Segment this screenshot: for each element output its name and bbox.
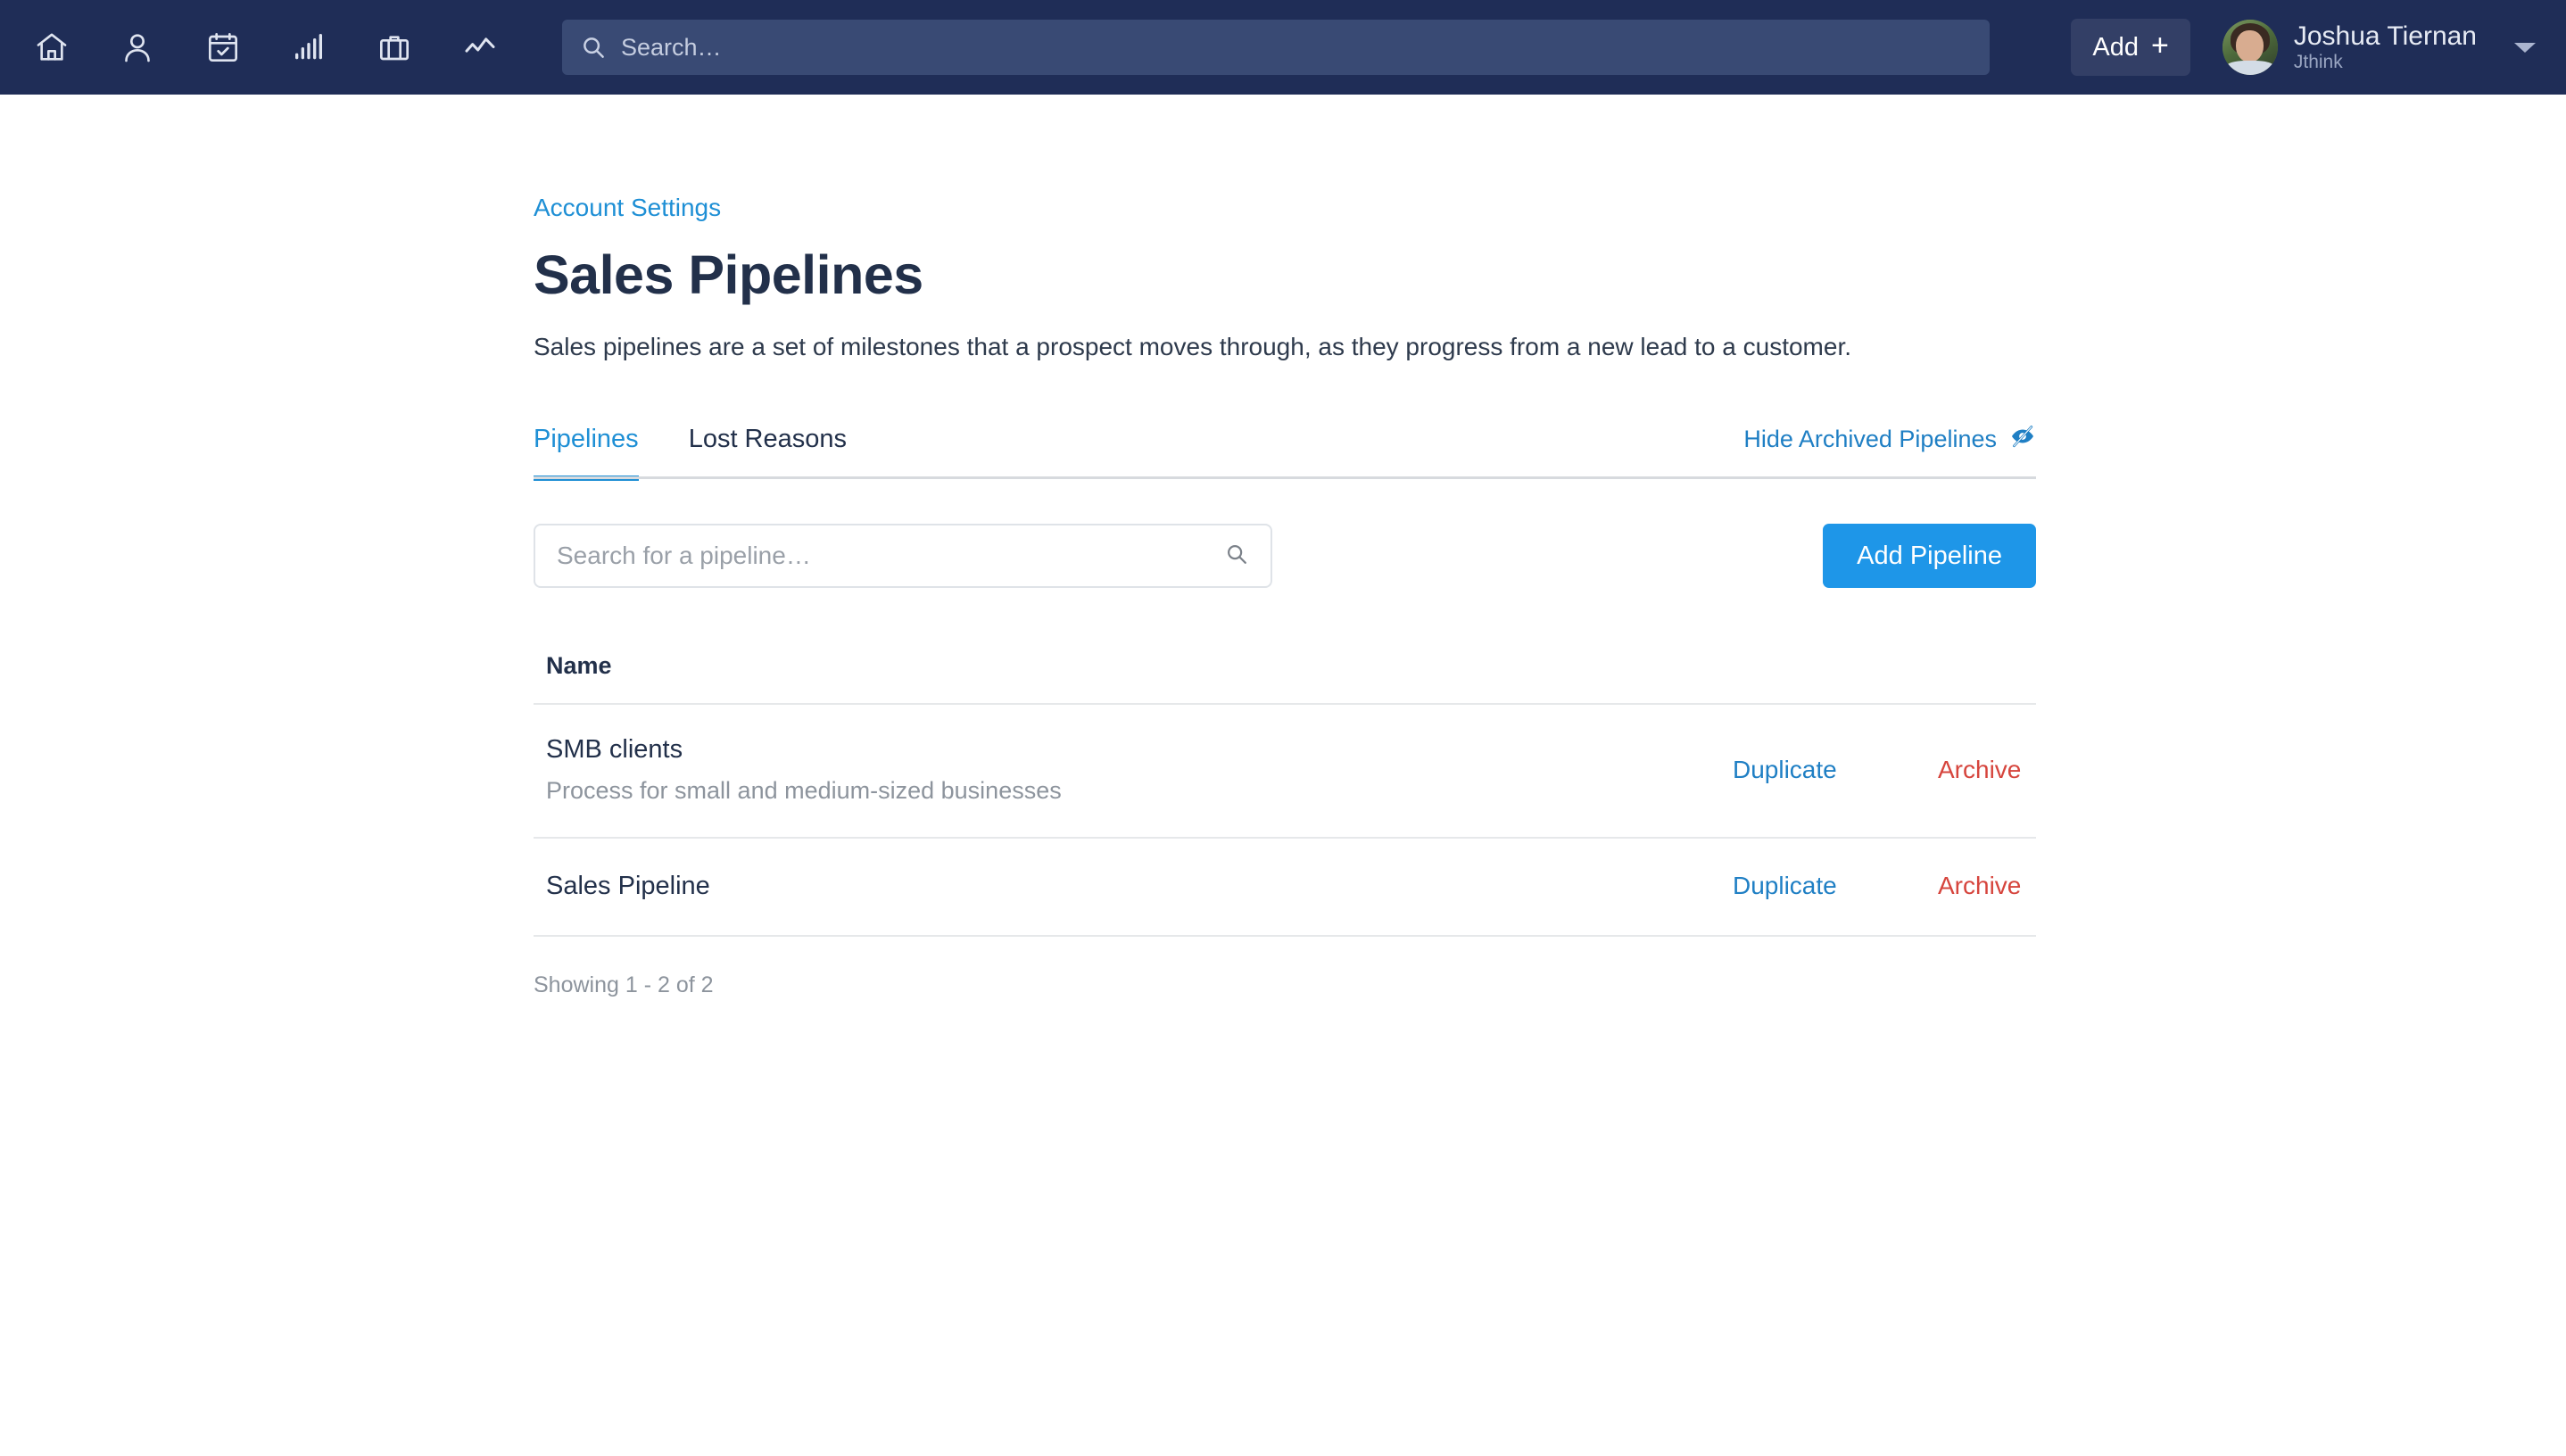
- global-search-input[interactable]: [621, 33, 1972, 62]
- calendar-check-icon[interactable]: [191, 15, 255, 79]
- table-footer-count: Showing 1 - 2 of 2: [534, 972, 714, 997]
- plus-icon: +: [2151, 29, 2169, 62]
- global-search: [562, 20, 1990, 75]
- row-actions: Duplicate Archive: [1733, 872, 2036, 900]
- add-pipeline-button[interactable]: Add Pipeline: [1823, 524, 2036, 588]
- hide-archived-pipelines-toggle[interactable]: Hide Archived Pipelines: [1743, 423, 2036, 477]
- table-row[interactable]: Sales Pipeline Duplicate Archive: [534, 839, 2036, 937]
- pipeline-name: SMB clients: [546, 735, 683, 764]
- page-title: Sales Pipelines: [534, 244, 923, 305]
- pipeline-search-input[interactable]: [557, 542, 1224, 570]
- archive-link[interactable]: Archive: [1938, 872, 2036, 900]
- pipelines-table: Name SMB clients Process for small and m…: [534, 652, 2036, 998]
- top-navigation-bar: Add + Joshua Tiernan Jthink: [0, 0, 2566, 95]
- hide-archived-label: Hide Archived Pipelines: [1743, 426, 1997, 452]
- breadcrumb[interactable]: Account Settings: [534, 194, 721, 222]
- pipeline-description: Process for small and medium-sized busin…: [546, 777, 1062, 804]
- add-button[interactable]: Add +: [2071, 19, 2190, 76]
- tabs-divider: [534, 476, 2036, 479]
- archive-link[interactable]: Archive: [1938, 756, 2036, 784]
- table-header-row: Name: [534, 652, 2036, 705]
- page-body: Account Settings Sales Pipelines Sales p…: [0, 95, 2566, 998]
- home-icon[interactable]: [20, 15, 84, 79]
- contacts-icon[interactable]: [105, 15, 170, 79]
- user-identity: Joshua Tiernan Jthink: [2294, 21, 2477, 74]
- bar-chart-icon[interactable]: [277, 15, 341, 79]
- row-main: Sales Pipeline: [534, 872, 710, 901]
- content-column: Account Settings Sales Pipelines Sales p…: [534, 95, 2036, 998]
- user-menu[interactable]: Joshua Tiernan Jthink: [2222, 20, 2477, 75]
- tab-list: Pipelines Lost Reasons: [534, 425, 897, 481]
- duplicate-link[interactable]: Duplicate: [1733, 872, 1938, 900]
- tabs-row: Pipelines Lost Reasons Hide Archived Pip…: [534, 413, 2036, 481]
- tab-pipelines[interactable]: Pipelines: [534, 425, 639, 481]
- search-icon: [580, 34, 607, 61]
- duplicate-link[interactable]: Duplicate: [1733, 756, 1938, 784]
- primary-nav-icons: [0, 15, 512, 79]
- pipeline-search[interactable]: [534, 524, 1272, 588]
- pipelines-toolbar: Add Pipeline: [534, 524, 2036, 588]
- global-search-box[interactable]: [562, 20, 1990, 75]
- avatar: [2222, 20, 2278, 75]
- tab-lost-reasons[interactable]: Lost Reasons: [689, 425, 847, 477]
- chevron-down-icon[interactable]: [2507, 29, 2543, 65]
- page-description: Sales pipelines are a set of milestones …: [534, 333, 1851, 360]
- search-icon: [1224, 542, 1249, 571]
- user-name: Joshua Tiernan: [2293, 21, 2477, 51]
- pipeline-name: Sales Pipeline: [546, 871, 710, 900]
- topbar-right-cluster: Add + Joshua Tiernan Jthink: [2071, 19, 2543, 76]
- row-main: SMB clients Process for small and medium…: [534, 735, 1062, 805]
- trend-line-icon[interactable]: [448, 15, 512, 79]
- eye-slash-icon: [2009, 423, 2036, 456]
- column-header-name: Name: [546, 652, 612, 679]
- row-actions: Duplicate Archive: [1733, 756, 2036, 784]
- table-row[interactable]: SMB clients Process for small and medium…: [534, 705, 2036, 839]
- add-button-label: Add: [2092, 32, 2139, 62]
- briefcase-icon[interactable]: [362, 15, 426, 79]
- user-org: Jthink: [2293, 52, 2343, 73]
